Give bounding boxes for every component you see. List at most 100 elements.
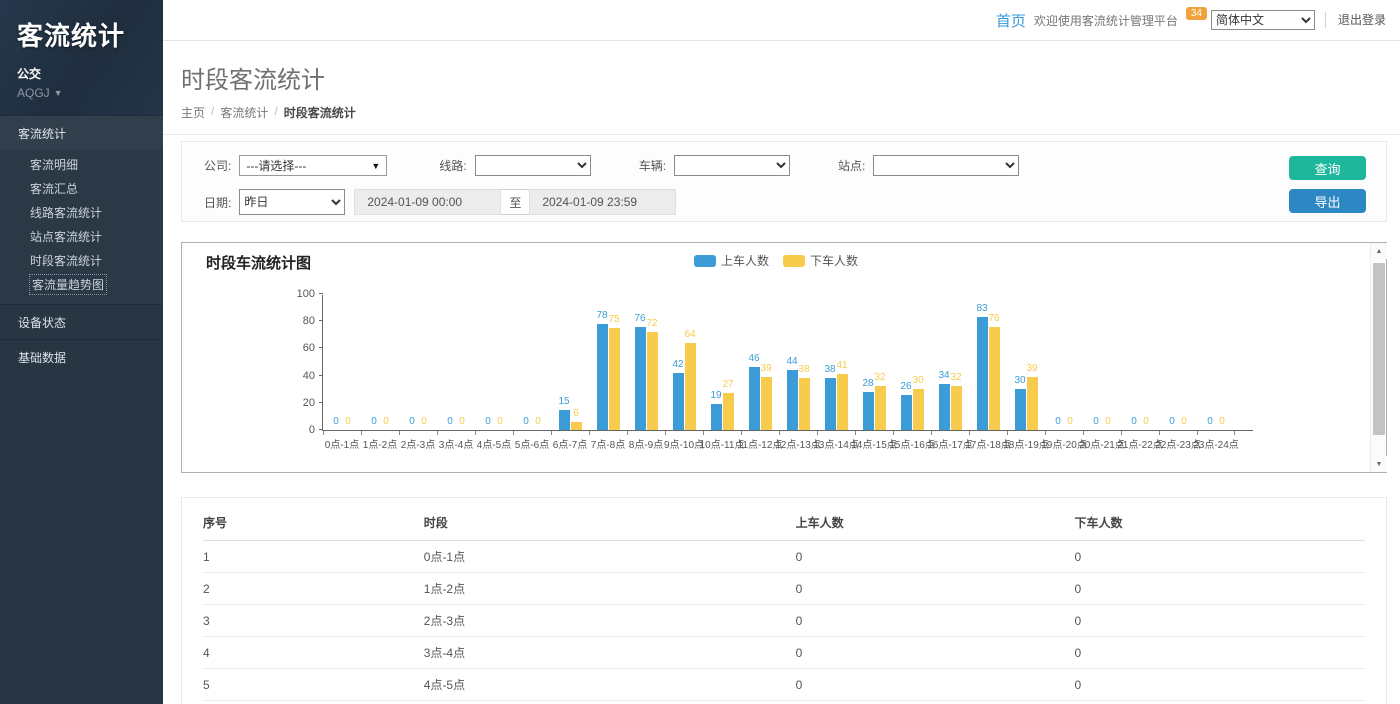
sidebar-item[interactable]: 客流明细 (0, 152, 163, 176)
table-row: 10点-1点00 (203, 541, 1365, 573)
legend-entry[interactable]: 上车人数 (694, 252, 769, 269)
bar[interactable]: 32 (875, 386, 886, 430)
bar-group: 004点-5点 (475, 295, 513, 430)
bar-value-label: 0 (409, 416, 415, 427)
sidebar-item[interactable]: 站点客流统计 (0, 224, 163, 248)
table-cell: 5 (203, 669, 424, 701)
breadcrumb-item[interactable]: 主页 (181, 104, 205, 121)
stats-table: 序号时段上车人数下车人数 10点-1点0021点-2点0032点-3点0043点… (203, 504, 1365, 704)
bar[interactable]: 6 (571, 422, 582, 430)
x-axis-tick-label: 23点-24点 (1193, 436, 1239, 451)
bar[interactable]: 42 (673, 373, 684, 430)
bar[interactable]: 27 (723, 393, 734, 430)
company-select[interactable]: ---请选择--- ▼ (239, 155, 387, 176)
table-cell: 0 (1074, 669, 1365, 701)
bar-value-label: 0 (535, 416, 541, 427)
sidebar-section-item[interactable]: 设备状态 (0, 304, 163, 339)
bar[interactable]: 44 (787, 370, 798, 430)
sidebar-section-item[interactable]: 客流统计 (0, 115, 163, 150)
bar-value-label: 0 (371, 416, 377, 427)
bar[interactable]: 39 (1027, 377, 1038, 430)
bar-value-label: 75 (608, 314, 619, 325)
bar-value-label: 15 (558, 396, 569, 407)
bar-value-label: 34 (938, 370, 949, 381)
user-dropdown[interactable]: AQGJ ▼ (17, 86, 163, 100)
table-cell: 2点-3点 (424, 605, 796, 637)
bar-value-label: 0 (1143, 416, 1149, 427)
bar[interactable]: 30 (913, 389, 924, 430)
bar-group: 303918点-19点 (1007, 295, 1045, 430)
notification-badge[interactable]: 34 (1186, 7, 1207, 20)
bar-value-label: 76 (988, 313, 999, 324)
bar-group: 1566点-7点 (551, 295, 589, 430)
vehicle-select[interactable] (674, 155, 790, 176)
bar-value-label: 32 (874, 372, 885, 383)
bar[interactable]: 30 (1015, 389, 1026, 430)
x-axis-tick-label: 6点-7点 (553, 436, 587, 451)
bar[interactable]: 41 (837, 374, 848, 430)
bar[interactable]: 76 (989, 327, 1000, 430)
export-button[interactable]: 导出 (1289, 189, 1366, 213)
table-cell: 2 (203, 573, 424, 605)
scrollbar-down-arrow-icon[interactable]: ▼ (1371, 456, 1387, 472)
sidebar-item[interactable]: 线路客流统计 (0, 200, 163, 224)
chart-scrollbar[interactable]: ▲ ▼ (1370, 243, 1386, 472)
station-select[interactable] (873, 155, 1019, 176)
bar-value-label: 0 (1219, 416, 1225, 427)
bar-group: 343216点-17点 (931, 295, 969, 430)
bar-value-label: 41 (836, 360, 847, 371)
bar[interactable]: 46 (749, 367, 760, 430)
table-body: 10点-1点0021点-2点0032点-3点0043点-4点0054点-5点00… (203, 541, 1365, 704)
sidebar-item[interactable]: 时段客流统计 (0, 248, 163, 272)
app-logo-title: 客流统计 (17, 16, 163, 53)
bar[interactable]: 28 (863, 392, 874, 430)
company-label: 公司: (204, 157, 231, 174)
query-button[interactable]: 查询 (1289, 156, 1366, 180)
table-cell: 1点-2点 (424, 573, 796, 605)
y-axis-tick-label: 80 (285, 315, 315, 327)
sidebar-section-item[interactable]: 基础数据 (0, 339, 163, 374)
language-select[interactable]: 简体中文 (1211, 10, 1315, 30)
bar[interactable]: 72 (647, 332, 658, 430)
welcome-text: 欢迎使用客流统计管理平台 (1034, 12, 1178, 29)
bar[interactable]: 78 (597, 324, 608, 430)
bar-group: 443812点-13点 (779, 295, 817, 430)
logout-link[interactable]: 退出登录 (1325, 12, 1386, 28)
sidebar-item[interactable]: 客流汇总 (0, 176, 163, 200)
date-preset-select[interactable]: 昨日 (239, 189, 345, 215)
table-cell: 4 (203, 637, 424, 669)
bar[interactable]: 38 (825, 378, 836, 430)
breadcrumb-separator: / (274, 104, 277, 121)
date-from-input[interactable] (354, 189, 501, 215)
scrollbar-thumb[interactable] (1373, 263, 1385, 435)
bar-group: 42649点-10点 (665, 295, 703, 430)
bar[interactable]: 19 (711, 404, 722, 430)
bar-value-label: 0 (333, 416, 339, 427)
y-axis-tick-mark (319, 293, 323, 294)
bar[interactable]: 76 (635, 327, 646, 430)
table-row: 21点-2点00 (203, 573, 1365, 605)
bar[interactable]: 32 (951, 386, 962, 430)
bar[interactable]: 15 (559, 410, 570, 430)
bar[interactable]: 83 (977, 317, 988, 430)
legend-entry[interactable]: 下车人数 (783, 252, 858, 269)
bar[interactable]: 26 (901, 395, 912, 430)
breadcrumb-item[interactable]: 客流统计 (220, 104, 268, 121)
bar[interactable]: 75 (609, 328, 620, 430)
sidebar-item[interactable]: 客流量趋势图 (0, 272, 163, 296)
line-select[interactable] (475, 155, 591, 176)
bar[interactable]: 39 (761, 377, 772, 430)
home-link[interactable]: 首页 (996, 10, 1026, 31)
bar-group: 001点-2点 (361, 295, 399, 430)
date-to-input[interactable] (529, 189, 676, 215)
bar[interactable]: 64 (685, 343, 696, 430)
chart-legend: 上车人数下车人数 (182, 252, 1370, 269)
bar[interactable]: 34 (939, 384, 950, 430)
bar-group: 0021点-22点 (1121, 295, 1159, 430)
bar-value-label: 44 (786, 356, 797, 367)
bar[interactable]: 38 (799, 378, 810, 430)
table-cell: 0 (1074, 541, 1365, 573)
scrollbar-up-arrow-icon[interactable]: ▲ (1371, 243, 1387, 259)
bar-group: 837617点-18点 (969, 295, 1007, 430)
bar-chart-plot: 020406080100000点-1点001点-2点002点-3点003点-4点… (322, 295, 1253, 431)
